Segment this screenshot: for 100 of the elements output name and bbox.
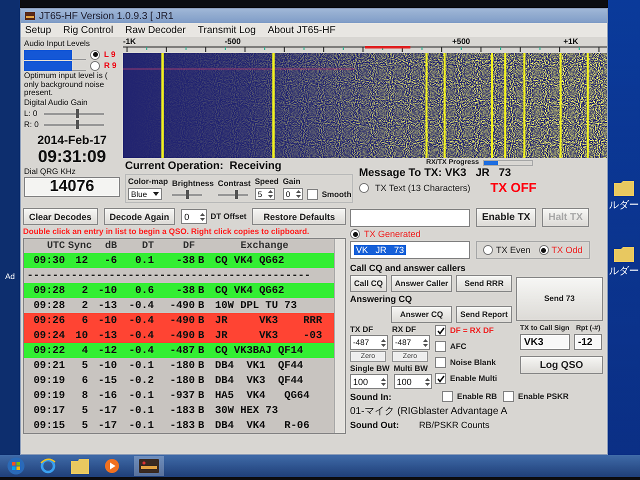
decode-row[interactable]: 09:24 10 -13 -0.4 -490 B JR VK3 -03 bbox=[24, 328, 334, 343]
bandwidth-spinner[interactable]: 100 bbox=[350, 374, 388, 389]
spinner-arrows-icon bbox=[266, 189, 274, 199]
radio-button[interactable] bbox=[538, 245, 549, 255]
app-icon bbox=[25, 12, 35, 20]
table-cell-text: 09:26 bbox=[32, 314, 65, 326]
slider-thumb[interactable] bbox=[76, 120, 79, 129]
menu-item[interactable]: About JT65-HF bbox=[268, 24, 336, 36]
df-spinner[interactable]: -487 bbox=[392, 335, 430, 350]
answer-button[interactable]: Answer CQ bbox=[390, 306, 452, 322]
checkbox-label: Enable PSKR bbox=[518, 392, 569, 401]
send-73-button[interactable]: Send 73 bbox=[516, 276, 603, 320]
table-cell-text: 2 bbox=[80, 300, 88, 312]
radio-label: TX Text (13 Characters) bbox=[375, 182, 470, 192]
checkbox[interactable] bbox=[435, 357, 446, 368]
table-cell-text: DB4 VK1 QF44 bbox=[215, 360, 304, 372]
spinner-arrows-icon bbox=[380, 338, 387, 348]
column-header: UTC bbox=[46, 240, 65, 252]
colormap-select[interactable]: Blue bbox=[128, 188, 162, 200]
table-cell-text: -490 bbox=[168, 314, 195, 326]
control-label: Color-map bbox=[128, 177, 168, 186]
caller-button[interactable]: Call CQ bbox=[350, 274, 387, 292]
bandwidth-spinner[interactable]: 100 bbox=[394, 374, 432, 389]
section-label: Answering CQ bbox=[350, 294, 414, 304]
checkbox[interactable] bbox=[435, 373, 446, 384]
gain-spinner[interactable]: 0 bbox=[282, 188, 303, 200]
taskbar-button[interactable] bbox=[102, 456, 122, 476]
radio-button[interactable] bbox=[350, 229, 360, 239]
log-qso-button[interactable]: Log QSO bbox=[520, 356, 603, 374]
desktop-icon-label[interactable]: ルダー bbox=[609, 198, 639, 212]
caller-button[interactable]: Answer Caller bbox=[390, 274, 452, 292]
decode-row[interactable]: 09:26 6 -10 -0.4 -490 B JR VK3 RRR bbox=[24, 313, 334, 328]
slider-thumb[interactable] bbox=[234, 190, 238, 199]
table-cell-text: -937 bbox=[168, 390, 195, 402]
table-cell-text: 09:24 bbox=[32, 330, 65, 342]
radio-button[interactable] bbox=[359, 182, 369, 192]
slider-thumb[interactable] bbox=[186, 190, 189, 199]
table-cell-text: 09:28 bbox=[32, 284, 65, 296]
sound-device-text: 01-マイク (RIGblaster Advantage A bbox=[350, 405, 508, 418]
decoder-button[interactable]: Decode Again bbox=[104, 208, 176, 225]
caller-button[interactable]: Send RRR bbox=[456, 274, 512, 292]
taskbar-button[interactable] bbox=[134, 456, 164, 476]
report-field[interactable]: -12 bbox=[574, 334, 602, 350]
scrollbar[interactable] bbox=[334, 239, 345, 433]
play-icon bbox=[104, 458, 120, 474]
decode-row[interactable]: 09:28 2 -10 0.6 -38 B CQ VK4 QG62 bbox=[24, 283, 334, 298]
desktop-icon-label[interactable]: ルダー bbox=[609, 264, 639, 278]
table-cell-text: -183 bbox=[168, 420, 195, 432]
channel-label: L 9 bbox=[104, 50, 116, 60]
table-cell-text: B bbox=[198, 330, 206, 342]
enable-tx-button[interactable]: Enable TX bbox=[476, 208, 536, 227]
radio-button[interactable] bbox=[483, 245, 493, 255]
menu-item[interactable]: Transmit Log bbox=[198, 24, 256, 36]
radio-label: TX Generated bbox=[364, 229, 421, 239]
table-cell-text: 5 bbox=[80, 360, 88, 372]
decode-row[interactable]: 09:22 4 -12 -0.4 -487 B CQ VK3BAJ QF14 bbox=[24, 343, 334, 358]
column-header: Exchange bbox=[239, 240, 290, 252]
decode-row[interactable]: 09:30 12 -6 0.1 -38 B CQ VK4 QG62 bbox=[24, 253, 334, 268]
start-button[interactable] bbox=[6, 456, 26, 476]
checkbox[interactable] bbox=[435, 341, 446, 352]
checkbox[interactable] bbox=[435, 325, 446, 336]
checkbox[interactable] bbox=[442, 391, 453, 402]
table-cell-text: 8 bbox=[80, 390, 88, 402]
scale-label: -1K bbox=[123, 37, 137, 46]
restore-defaults-button[interactable]: Restore Defaults bbox=[252, 208, 346, 225]
menu-item[interactable]: Rig Control bbox=[63, 24, 114, 36]
radio-button[interactable] bbox=[90, 60, 100, 71]
spinner-arrows-icon bbox=[422, 338, 429, 348]
menu-item[interactable]: Setup bbox=[25, 24, 52, 36]
radio-button[interactable] bbox=[90, 50, 100, 60]
counts-label: RB/PSKR Counts bbox=[419, 420, 490, 430]
table-cell-text: -0.2 bbox=[128, 374, 154, 386]
selected-text: VK JR 73 bbox=[354, 245, 406, 255]
tx-status: TX OFF bbox=[490, 180, 537, 195]
table-cell-text: 09:15 bbox=[32, 420, 65, 432]
df-spinner[interactable]: -487 bbox=[350, 335, 388, 350]
dt-offset-spinner[interactable]: 0 bbox=[181, 209, 208, 224]
checkbox[interactable] bbox=[306, 189, 318, 200]
table-cell-text: 10 bbox=[74, 330, 88, 342]
section-label: Digital Audio Gain bbox=[24, 99, 89, 108]
decoder-button[interactable]: Clear Decodes bbox=[23, 208, 98, 225]
date-text: 2014-Feb-17 bbox=[36, 132, 108, 147]
tx-text-field[interactable] bbox=[350, 208, 470, 226]
table-cell-text: B bbox=[198, 254, 206, 266]
taskbar-button[interactable] bbox=[38, 456, 58, 476]
answer-button[interactable]: Send Report bbox=[456, 306, 512, 322]
table-cell-text: B bbox=[198, 284, 206, 296]
speed-spinner[interactable]: 5 bbox=[254, 188, 275, 200]
table-cell-text: -10 bbox=[97, 314, 117, 326]
generated-message-field[interactable]: VK JR 73 bbox=[350, 241, 470, 259]
window-title: JT65-HF Version 1.0.9.3 [ JR1 bbox=[39, 10, 174, 22]
table-cell-text: -10 bbox=[97, 360, 117, 372]
slider-thumb[interactable] bbox=[76, 108, 79, 118]
menu-item[interactable]: Raw Decoder bbox=[125, 24, 186, 36]
spinner-arrows-icon bbox=[380, 376, 387, 386]
time-text: 09:31:09 bbox=[36, 148, 108, 167]
call-sign-field[interactable]: VK3 bbox=[520, 334, 570, 350]
checkbox[interactable] bbox=[503, 391, 514, 402]
section-label: Call CQ and answer callers bbox=[350, 262, 467, 272]
table-cell-text: -0.1 bbox=[128, 420, 154, 432]
